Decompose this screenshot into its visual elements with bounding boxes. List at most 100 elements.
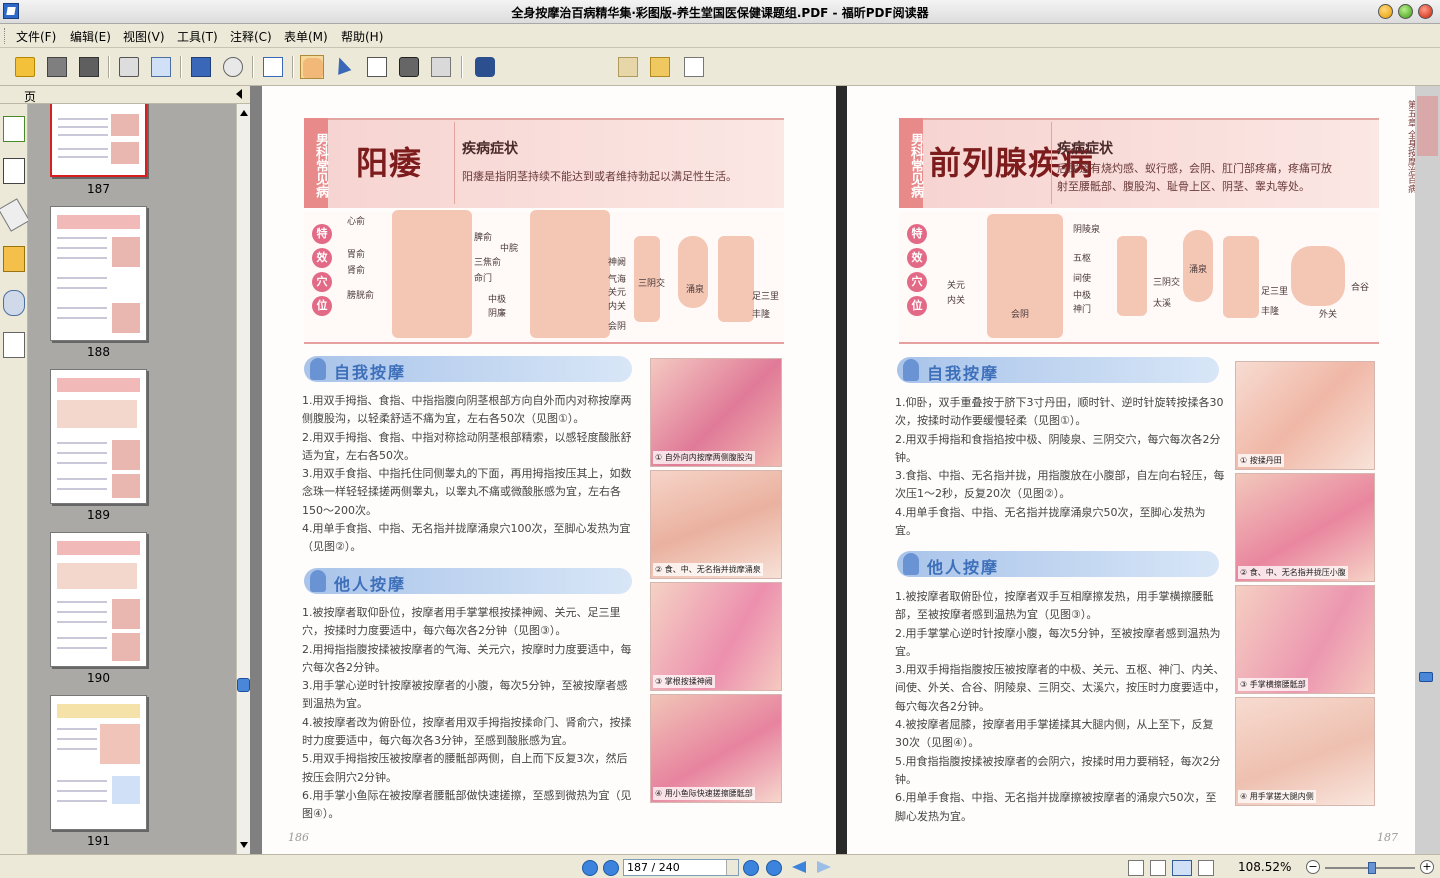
menu-edit[interactable]: 编辑(E) — [70, 28, 111, 45]
thumbnail-label: 191 — [87, 834, 110, 848]
print-icon — [119, 57, 139, 77]
thumbnail-label: 188 — [87, 345, 110, 359]
forward-icon[interactable] — [817, 861, 831, 873]
menu-bar: 文件(F) 编辑(E) 视图(V) 工具(T) 注释(C) 表单(M) 帮助(H… — [0, 24, 1440, 71]
menu-comments[interactable]: 注释(C) — [230, 28, 272, 45]
acupoint-label: 阴廉 — [488, 309, 507, 319]
document-scrollbar[interactable] — [1415, 86, 1440, 854]
close-button[interactable] — [1418, 4, 1433, 19]
acupoint-label: 会阴 — [608, 322, 627, 332]
key-points-badge: 特 效 穴 位 — [312, 224, 334, 320]
typewriter-button[interactable] — [429, 55, 453, 79]
thumbnail-page-190[interactable] — [50, 532, 147, 667]
symptom-label: 疾病症状 — [462, 141, 518, 157]
header-divider — [1051, 122, 1052, 204]
next-page-icon[interactable] — [743, 860, 759, 876]
collapse-panel-icon[interactable] — [236, 89, 242, 99]
main-toolbar — [0, 48, 1440, 124]
acupoint-label: 合谷 — [1351, 283, 1370, 293]
continuous-view-icon[interactable] — [1150, 860, 1166, 876]
photo-caption: ① 按揉丹田 — [1238, 454, 1284, 467]
badge-char: 穴 — [312, 272, 332, 292]
print-button[interactable] — [117, 55, 141, 79]
export-button[interactable] — [682, 55, 706, 79]
window-title: 全身按摩治百病精华集·彩图版-养生堂国医保健课题组.PDF - 福昕PDF阅读器 — [511, 6, 929, 20]
save-all-button[interactable] — [77, 55, 101, 79]
thumbnail-page-188[interactable] — [50, 206, 147, 341]
scroll-thumb[interactable] — [1419, 672, 1433, 682]
prev-result-button[interactable] — [616, 55, 640, 79]
instruction-item: 1.被按摩者取仰卧位，按摩者用手掌掌根按揉神阙、关元、足三里穴，按揉时力度要适中… — [302, 606, 621, 638]
instruction-item: 5.用食指指腹按揉被按摩者的会阴穴，按揉时用力要稍轻，每次2分钟。 — [895, 754, 1221, 786]
last-page-icon[interactable] — [766, 860, 782, 876]
document-view[interactable]: 男科常见病 阳痿 疾病症状 阳痿是指阴茎持续不能达到或者维持勃起以满足性生活。 … — [250, 86, 1440, 854]
fullscreen-button[interactable] — [189, 55, 213, 79]
maximize-button[interactable] — [1398, 4, 1413, 19]
signatures-tab-icon[interactable] — [3, 332, 25, 358]
scroll-up-icon[interactable] — [240, 110, 248, 116]
select-tool-button[interactable] — [332, 55, 357, 79]
thumbnail-page-187[interactable] — [50, 104, 147, 177]
thumbnail-page-191[interactable] — [50, 695, 147, 830]
self-massage-text: 1.用双手拇指、食指、中指指腹向阴茎根部方向自外而内对称按摩两侧腹股沟，以轻柔舒… — [302, 392, 636, 557]
menu-grip[interactable] — [4, 28, 7, 44]
back-icon[interactable] — [792, 861, 806, 873]
properties-button[interactable] — [221, 55, 245, 79]
find-button[interactable] — [473, 55, 497, 79]
snapshot-button[interactable] — [397, 55, 421, 79]
acupoint-label: 丰隆 — [752, 310, 771, 320]
instruction-item: 2.用拇指指腹按揉被按摩者的气海、关元穴，按摩时力度要适中，每穴每次各2分钟。 — [302, 642, 632, 674]
drop-icon — [903, 359, 919, 381]
first-page-icon[interactable] — [582, 860, 598, 876]
comments-tab-icon[interactable] — [3, 246, 25, 272]
photo-4: ④ 用手掌搓大腿内侧 — [1235, 697, 1375, 806]
bookmarks-tab-icon[interactable] — [3, 158, 25, 184]
pdf-reader-window: 全身按摩治百病精华集·彩图版-养生堂国医保健课题组.PDF - 福昕PDF阅读器… — [0, 0, 1440, 878]
menu-file[interactable]: 文件(F) — [16, 28, 56, 45]
other-massage-title: 他人按摩 — [334, 575, 407, 594]
facing-view-icon[interactable] — [1172, 860, 1192, 876]
zoom-out-icon[interactable]: − — [1306, 860, 1320, 874]
layers-tab-icon[interactable] — [0, 198, 31, 232]
photo-3: ③ 掌根按揉神阙 — [650, 582, 782, 691]
instruction-item: 4.被按摩者屈膝，按摩者用手掌搓揉其大腿内侧，从上至下，反复30次（见图④）。 — [895, 718, 1214, 750]
continuous-facing-view-icon[interactable] — [1198, 860, 1214, 876]
scroll-thumb[interactable] — [237, 678, 250, 692]
save-all-icon — [79, 57, 99, 77]
category-label: 男科常见病 — [304, 118, 328, 208]
scroll-down-icon[interactable] — [240, 842, 248, 848]
text-select-icon — [367, 57, 387, 77]
self-massage-title: 自我按摩 — [334, 363, 407, 382]
minimize-button[interactable] — [1378, 4, 1393, 19]
page-layout-button[interactable] — [261, 55, 285, 79]
page-number-field[interactable]: 187 / 240 — [623, 859, 739, 876]
text-select-button[interactable] — [365, 55, 389, 79]
prev-result-icon — [618, 57, 638, 77]
menu-forms[interactable]: 表单(M) — [284, 28, 328, 45]
open-button[interactable] — [13, 55, 37, 79]
pages-tab-icon[interactable] — [3, 116, 25, 142]
foot-figure — [678, 236, 708, 308]
zoom-level[interactable]: 108.52% — [1238, 860, 1291, 874]
key-points-badge: 特 效 穴 位 — [907, 224, 929, 320]
next-result-button[interactable] — [648, 55, 672, 79]
acupoint-label: 外关 — [1319, 310, 1338, 320]
menu-help[interactable]: 帮助(H) — [341, 28, 383, 45]
attachments-tab-icon[interactable] — [3, 290, 25, 316]
zoom-slider-handle[interactable] — [1368, 862, 1376, 874]
zoom-in-icon[interactable]: + — [1420, 860, 1434, 874]
acupoint-label: 膀胱俞 — [347, 291, 375, 301]
thumbnail-scrollbar[interactable] — [236, 104, 250, 854]
badge-char: 效 — [907, 248, 927, 268]
single-page-view-icon[interactable] — [1128, 860, 1144, 876]
thumbnail-page-189[interactable] — [50, 369, 147, 504]
previous-page-icon[interactable] — [603, 860, 619, 876]
acupoint-label: 涌泉 — [686, 285, 705, 295]
menu-view[interactable]: 视图(V) — [123, 28, 165, 45]
hand-tool-button[interactable] — [300, 55, 324, 79]
page-dropdown-icon[interactable] — [726, 860, 738, 875]
email-button[interactable] — [149, 55, 173, 79]
properties-icon — [223, 57, 243, 77]
menu-tools[interactable]: 工具(T) — [177, 28, 218, 45]
save-button[interactable] — [45, 55, 69, 79]
